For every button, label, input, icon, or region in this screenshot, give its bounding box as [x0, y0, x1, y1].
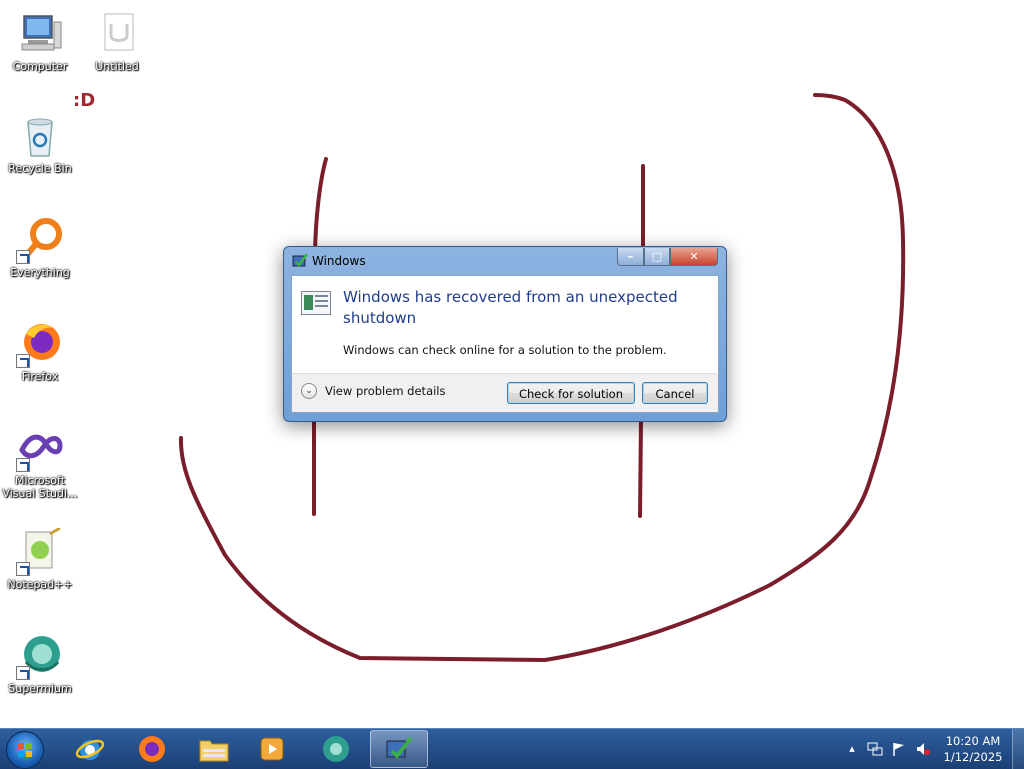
internet-explorer-icon [75, 739, 105, 760]
dialog-titlebar[interactable]: Windows – □ ✕ [284, 247, 726, 273]
supermium-icon [16, 632, 64, 680]
desktop-icon-label: Everything [10, 266, 70, 279]
everything-search-icon [16, 216, 64, 264]
taskbar-supermium[interactable] [308, 730, 364, 768]
problem-reporting-icon [386, 736, 413, 759]
desktop-icon-visual-studio[interactable]: Microsoft Visual Studi... [0, 424, 80, 500]
problem-reporting-icon [292, 253, 309, 269]
dialog-footer: ⌄ View problem details Check for solutio… [291, 373, 719, 413]
chevron-down-icon: ⌄ [301, 383, 317, 399]
recycle-bin-icon [16, 112, 64, 160]
desktop-icon-notepad-plus-plus[interactable]: Notepad++ [0, 526, 80, 591]
close-button[interactable]: ✕ [670, 248, 718, 266]
desktop-icon-computer[interactable]: Computer [0, 10, 80, 73]
visual-studio-icon [16, 424, 64, 472]
desktop-icon-label: Notepad++ [7, 578, 73, 591]
shortcut-arrow-icon [16, 458, 30, 472]
clock-time: 10:20 AM [945, 734, 1001, 748]
dialog-heading: Windows has recovered from an unexpected… [343, 288, 678, 327]
cancel-button[interactable]: Cancel [642, 382, 708, 404]
shortcut-arrow-icon [16, 562, 30, 576]
desktop-icon-untitled[interactable]: Untitled [77, 10, 157, 73]
dialog-content: Windows has recovered from an unexpected… [291, 275, 719, 374]
desktop-icon-label: Microsoft Visual Studi... [2, 474, 78, 500]
computer-icon [16, 10, 64, 58]
desktop-icon-label: Computer [12, 60, 68, 73]
media-player-icon [260, 737, 284, 761]
action-center-flag-icon[interactable] [891, 741, 907, 757]
taskbar-file-explorer[interactable] [186, 730, 242, 768]
taskbar-media-player[interactable] [244, 730, 300, 768]
clock-date: 1/12/2025 [943, 750, 1003, 764]
taskbar-problem-reporting[interactable] [370, 730, 428, 768]
unexpected-shutdown-dialog: Windows – □ ✕ Windows has recovered from… [283, 246, 727, 422]
view-problem-details-toggle[interactable]: ⌄ View problem details [301, 383, 446, 399]
minimize-icon: – [627, 250, 634, 263]
dialog-message: Windows can check online for a solution … [343, 343, 667, 357]
firefox-icon [139, 736, 165, 762]
dialog-title: Windows [312, 254, 366, 268]
desktop-icon-label: Firefox [21, 370, 59, 383]
maximize-icon: □ [651, 250, 663, 263]
show-desktop-button[interactable] [1012, 729, 1024, 769]
taskbar-internet-explorer[interactable] [62, 730, 118, 768]
shortcut-arrow-icon [16, 666, 30, 680]
desktop-icon-label: Supermium [8, 682, 72, 695]
maximize-button[interactable]: □ [644, 248, 670, 266]
taskbar-clock[interactable]: 10:20 AM 1/12/2025 [938, 733, 1008, 765]
folder-icon [199, 740, 229, 762]
minimize-button[interactable]: – [617, 248, 644, 266]
desktop-icon-firefox[interactable]: Firefox [0, 320, 80, 383]
blank-document-icon [93, 10, 141, 58]
desktop-icon-label: Untitled [95, 60, 139, 73]
notepad-plus-plus-icon [16, 526, 64, 576]
start-button[interactable] [6, 731, 44, 769]
check-for-solution-button[interactable]: Check for solution [507, 382, 635, 404]
desktop-annotation-text: :D [73, 90, 96, 111]
show-hidden-icons-arrow[interactable]: ▴ [844, 741, 860, 757]
shortcut-arrow-icon [16, 250, 30, 264]
volume-muted-icon[interactable] [915, 741, 931, 757]
desktop-icon-supermium[interactable]: Supermium [0, 632, 80, 695]
desktop-icon-everything[interactable]: Everything [0, 216, 80, 279]
network-icon[interactable] [867, 741, 883, 757]
window-app-icon [301, 291, 331, 315]
view-problem-details-label: View problem details [325, 384, 446, 398]
shortcut-arrow-icon [16, 354, 30, 368]
firefox-icon [16, 320, 64, 368]
taskbar: ▴ 10:20 AM 1/12/2025 [0, 728, 1024, 769]
supermium-icon [323, 736, 349, 762]
windows-logo-icon [18, 743, 32, 757]
taskbar-firefox[interactable] [124, 730, 180, 768]
close-icon: ✕ [689, 250, 699, 263]
desktop-icon-recycle-bin[interactable]: Recycle Bin [0, 112, 80, 175]
desktop-icon-label: Recycle Bin [8, 162, 72, 175]
